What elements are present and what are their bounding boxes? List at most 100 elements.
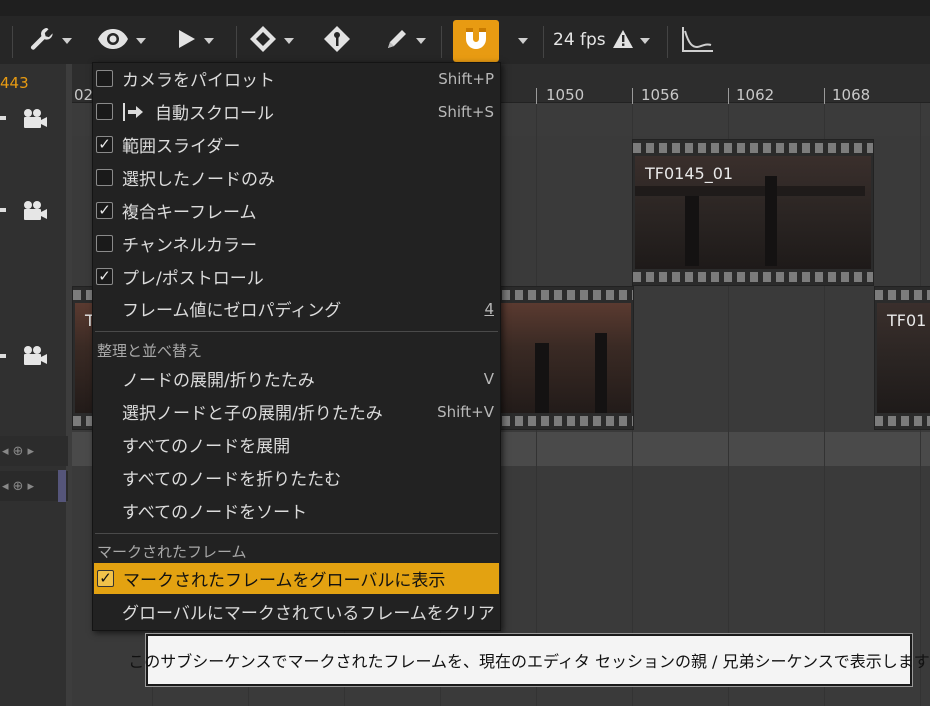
menu-item-collapse-all[interactable]: すべてのノードを折りたたむ — [93, 462, 500, 493]
key-options-button[interactable] — [248, 22, 294, 60]
camera-icon — [22, 108, 48, 134]
settings-button[interactable] — [28, 22, 72, 60]
menu-item-selected-nodes-only[interactable]: 選択したノードのみ — [93, 162, 500, 193]
warning-icon — [612, 29, 634, 53]
chevron-down-icon — [136, 38, 146, 44]
key-tangent-button[interactable] — [322, 22, 352, 60]
checkbox[interactable]: ✓ — [96, 202, 113, 219]
menu-item-label: すべてのノードを展開 — [122, 437, 291, 457]
playback-button[interactable] — [176, 22, 214, 60]
film-sprocket — [633, 143, 873, 153]
play-icon — [176, 27, 198, 55]
curve-graph-icon — [681, 25, 715, 57]
previous-key-icon[interactable]: ◂ — [2, 479, 9, 494]
menu-item-label: 複合キーフレーム — [122, 203, 257, 223]
view-options-button[interactable] — [96, 22, 146, 60]
auto-scroll-icon — [122, 102, 144, 127]
clip-label: TF0145_01 — [645, 164, 734, 183]
menu-item-label: カメラをパイロット — [122, 71, 275, 91]
shortcut-label: V — [483, 369, 494, 388]
track-expander[interactable] — [0, 116, 6, 120]
zero-pad-value[interactable]: 4 — [484, 300, 494, 318]
menu-section-header: マークされたフレーム — [97, 543, 247, 561]
toolbar-separator — [441, 26, 442, 58]
snap-options-dropdown[interactable] — [512, 22, 528, 60]
menu-item-expand-collapse-selected[interactable]: 選択ノードと子の展開/折りたたみ Shift+V — [93, 396, 500, 427]
wrench-icon — [28, 25, 56, 57]
shot-clip[interactable]: TF01 — [874, 286, 930, 430]
chevron-down-icon — [204, 38, 214, 44]
clip-label: TF01 — [887, 311, 927, 330]
curve-editor-button[interactable] — [681, 22, 715, 60]
ruler-tick-label: 02 — [74, 86, 94, 104]
snap-toggle-button[interactable] — [453, 20, 499, 62]
view-options-menu: カメラをパイロット Shift+P 自動スクロール Shift+S ✓ 範囲スラ… — [92, 62, 501, 631]
framerate-label: 24 fps — [553, 30, 606, 50]
menu-item-label: 範囲スライダー — [122, 137, 241, 157]
toolbar-separator — [667, 26, 668, 58]
checkbox[interactable] — [96, 103, 113, 120]
next-key-icon[interactable]: ▸ — [27, 479, 34, 494]
next-key-icon[interactable]: ▸ — [27, 444, 34, 459]
ruler-tick — [728, 88, 729, 104]
shortcut-label: Shift+P — [438, 69, 494, 88]
menu-item-pre-post-roll[interactable]: ✓ プレ/ポストロール — [93, 261, 500, 292]
chevron-down-icon — [640, 38, 650, 44]
magnet-icon — [461, 24, 491, 58]
checkbox[interactable] — [96, 70, 113, 87]
menu-item-expand-collapse-nodes[interactable]: ノードの展開/折りたたみ V — [93, 363, 500, 394]
menu-divider — [95, 533, 498, 534]
menu-item-expand-all[interactable]: すべてのノードを展開 — [93, 429, 500, 460]
menu-item-label: グローバルにマークされているフレームをクリア — [122, 604, 495, 624]
menu-item-clear-global-marked-frames[interactable]: グローバルにマークされているフレームをクリア — [93, 596, 500, 627]
key-icon — [322, 24, 352, 58]
checkbox[interactable]: ✓ — [96, 136, 113, 153]
menu-item-channel-colors[interactable]: チャンネルカラー — [93, 228, 500, 259]
add-key-icon[interactable]: ⊕ — [13, 444, 24, 459]
menu-item-label: フレーム値にゼロパディング — [122, 301, 342, 321]
add-key-icon[interactable]: ⊕ — [13, 479, 24, 494]
toolbar-top-strip — [0, 0, 930, 16]
menu-item-sort-all[interactable]: すべてのノードをソート — [93, 495, 500, 526]
checkbox[interactable] — [96, 169, 113, 186]
menu-item-zero-pad-frames[interactable]: フレーム値にゼロパディング 4 — [93, 293, 500, 324]
menu-item-show-marked-frames-global[interactable]: ✓ マークされたフレームをグローバルに表示 — [94, 563, 499, 594]
menu-item-label: 選択したノードのみ — [122, 170, 275, 190]
framerate-selector[interactable]: 24 fps — [553, 30, 606, 50]
menu-divider — [95, 331, 498, 332]
outliner-panel — [0, 64, 66, 706]
checkbox[interactable]: ✓ — [97, 570, 114, 587]
menu-item-label: ノードの展開/折りたたみ — [122, 371, 315, 391]
checkbox[interactable]: ✓ — [96, 268, 113, 285]
shortcut-label: Shift+V — [437, 402, 494, 421]
menu-item-label: プレ/ポストロール — [122, 269, 264, 289]
previous-key-icon[interactable]: ◂ — [2, 444, 9, 459]
menu-item-label: マークされたフレームをグローバルに表示 — [123, 571, 446, 591]
shot-clip[interactable]: TF0145_01 — [632, 139, 874, 286]
toolbar-separator — [12, 26, 13, 58]
film-sprocket — [633, 272, 873, 282]
menu-item-combined-keyframes[interactable]: ✓ 複合キーフレーム — [93, 195, 500, 226]
menu-item-label: 自動スクロール — [155, 104, 274, 124]
film-sprocket — [875, 290, 930, 300]
menu-item-pilot-camera[interactable]: カメラをパイロット Shift+P — [93, 63, 500, 94]
menu-item-label: すべてのノードをソート — [122, 503, 308, 523]
chevron-down-icon — [416, 38, 426, 44]
track-expander[interactable] — [0, 208, 6, 212]
chevron-down-icon — [518, 38, 528, 44]
menu-item-range-slider[interactable]: ✓ 範囲スライダー — [93, 129, 500, 160]
framerate-warning[interactable] — [612, 22, 650, 60]
checkbox[interactable] — [96, 235, 113, 252]
menu-item-label: 選択ノードと子の展開/折りたたみ — [122, 404, 383, 424]
ruler-tick — [536, 88, 537, 104]
tooltip: このサブシーケンスでマークされたフレームを、現在のエディタ セッションの親 / … — [128, 634, 930, 686]
edit-button[interactable] — [384, 22, 426, 60]
tooltip-text: このサブシーケンスでマークされたフレームを、現在のエディタ セッションの親 / … — [128, 652, 930, 671]
ruler-tick — [632, 88, 633, 104]
track-expander[interactable] — [0, 354, 6, 358]
menu-item-auto-scroll[interactable]: 自動スクロール Shift+S — [93, 96, 500, 127]
key-navigation-row: ◂ ⊕ ▸ — [0, 436, 68, 466]
camera-icon — [22, 200, 48, 226]
camera-icon — [22, 345, 48, 371]
toolbar-separator — [236, 26, 237, 58]
